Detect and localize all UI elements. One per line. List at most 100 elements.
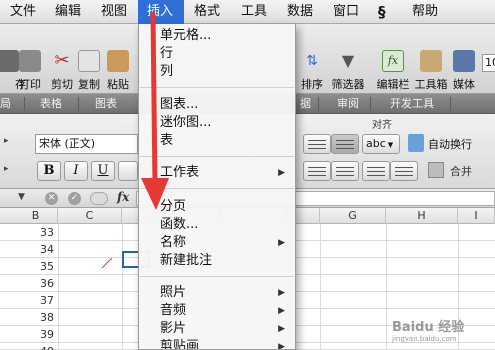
tab-data[interactable]: 据 [300, 94, 311, 114]
paste-button[interactable]: 粘贴 [100, 50, 136, 92]
menu-item-name[interactable]: 名称 ▶ [139, 234, 295, 252]
italic-button[interactable]: I [64, 161, 88, 181]
tab-developer[interactable]: 开发工具 [390, 94, 434, 114]
font-name-field[interactable]: 宋体 (正文) [35, 134, 138, 154]
zoom-field[interactable]: 10 [482, 54, 495, 72]
ribbon-tab-divider [450, 97, 451, 111]
menu-item-cells[interactable]: 单元格... [139, 27, 295, 45]
menu-tools[interactable]: 工具 [241, 0, 267, 24]
tab-charts[interactable]: 图表 [95, 94, 117, 114]
menu-insert[interactable]: 插入 [138, 0, 184, 24]
name-label: 名称 [160, 235, 187, 250]
align-bottom-center-button[interactable] [331, 161, 359, 181]
worksheet-label: 工作表 [160, 165, 200, 180]
sort-label: 排序 [301, 78, 323, 91]
formula-bar-toggle-button[interactable]: fx 编辑栏 [375, 50, 411, 92]
menu-item-audio[interactable]: 音频 ▶ [139, 302, 295, 320]
row-number[interactable]: 40 [0, 343, 58, 350]
audio-label: 音频 [160, 303, 187, 318]
menu-item-rows[interactable]: 行 [139, 45, 295, 63]
column-header-c[interactable]: C [58, 208, 122, 224]
menu-item-function[interactable]: 函数... [139, 216, 295, 234]
menu-item-new-comment[interactable]: 新建批注 [139, 252, 295, 270]
menu-item-clip-art[interactable]: 剪贴画 ▶ [139, 338, 295, 349]
tab-review[interactable]: 审阅 [337, 94, 359, 114]
chevron-down-icon: ▼ [387, 141, 394, 149]
merge-label[interactable]: 合并 [450, 163, 472, 179]
toolbox-icon [420, 50, 442, 72]
menu-item-sparkline[interactable]: 迷你图... [139, 114, 295, 132]
menu-item-table[interactable]: 表 [139, 132, 295, 150]
column-header-h[interactable]: H [386, 208, 458, 224]
menu-help[interactable]: 帮助 [412, 0, 438, 24]
row-number[interactable]: 37 [0, 292, 58, 309]
cancel-icon[interactable]: ✕ [45, 192, 58, 205]
decrease-indent-button[interactable] [362, 161, 390, 181]
increase-indent-button[interactable] [390, 161, 418, 181]
submenu-arrow-icon: ▶ [278, 168, 285, 178]
toolbox-button[interactable]: 工具箱 [413, 50, 449, 92]
row-number[interactable]: 38 [0, 309, 58, 326]
menu-item-worksheet[interactable]: 工作表 ▶ [139, 164, 295, 182]
name-box-dropdown-icon[interactable]: ▼ [18, 192, 25, 202]
formula-bar-label: 编辑栏 [376, 78, 410, 91]
paste-label: 粘贴 [107, 78, 129, 91]
row-number[interactable]: 36 [0, 275, 58, 292]
menu-view[interactable]: 视图 [101, 0, 127, 24]
filter-button[interactable]: ▼ 筛选器 [330, 50, 366, 92]
tab-partial-left[interactable]: 局 [0, 94, 11, 114]
text-orientation-button[interactable]: abc ▼ [362, 134, 400, 154]
bold-button[interactable]: B [37, 161, 61, 181]
watermark-text: Baidu 经验 [392, 320, 465, 335]
menu-format[interactable]: 格式 [194, 0, 220, 24]
filter-label: 筛选器 [331, 78, 365, 91]
row-number[interactable]: 39 [0, 326, 58, 343]
tab-tables[interactable]: 表格 [40, 94, 62, 114]
baidu-watermark-logo: Baidu 经验 jingyan.baidu.com [392, 316, 490, 343]
column-header-g[interactable]: G [320, 208, 386, 224]
wrap-text-icon[interactable] [408, 134, 424, 152]
print-button[interactable]: 打印 [12, 50, 48, 92]
ribbon-tab-divider [370, 97, 371, 111]
menu-item-columns[interactable]: 列 [139, 63, 295, 81]
wrap-text-label[interactable]: 自动换行 [428, 136, 472, 152]
column-header-b[interactable]: B [0, 208, 58, 224]
align-center-button[interactable] [331, 134, 359, 154]
collapse-arrow-icon[interactable]: ▸ [4, 136, 9, 146]
media-button[interactable]: 媒体 [446, 50, 482, 92]
row-number[interactable]: 33 [0, 224, 58, 241]
menu-data[interactable]: 数据 [287, 0, 313, 24]
toggle-icon[interactable] [90, 192, 108, 205]
align-bottom-left-button[interactable] [303, 161, 331, 181]
menu-edit[interactable]: 编辑 [55, 0, 81, 24]
menu-file[interactable]: 文件 [10, 0, 36, 24]
sort-button[interactable]: ⇅ 排序 [294, 50, 330, 92]
ribbon-tab-divider [78, 97, 79, 111]
menu-item-chart[interactable]: 图表... [139, 96, 295, 114]
menu-item-movie[interactable]: 影片 ▶ [139, 320, 295, 338]
align-group-label: 对齐 [372, 120, 392, 131]
collapse-arrow-icon[interactable]: ▸ [4, 164, 9, 174]
submenu-arrow-icon: ▶ [278, 288, 285, 298]
align-left-button[interactable] [303, 134, 331, 154]
toolbox-label: 工具箱 [414, 78, 448, 91]
column-header-i[interactable]: I [458, 208, 495, 224]
align-bottom-center-icon [336, 167, 354, 176]
confirm-icon[interactable]: ✓ [68, 192, 81, 205]
row-number[interactable]: 35 [0, 258, 58, 275]
print-icon [19, 50, 41, 72]
submenu-arrow-icon: ▶ [278, 238, 285, 248]
merge-cells-icon[interactable] [428, 162, 444, 178]
submenu-arrow-icon: ▶ [278, 342, 285, 349]
underline-button[interactable]: U [91, 161, 115, 181]
row-number[interactable]: 34 [0, 241, 58, 258]
menu-window[interactable]: 窗口 [333, 0, 359, 24]
fx-icon[interactable]: fx [117, 190, 129, 204]
menu-item-page-break[interactable]: 分页 [139, 198, 295, 216]
sort-icon: ⇅ [306, 53, 318, 69]
media-icon [453, 50, 475, 72]
border-button[interactable] [118, 161, 138, 181]
menu-item-photo[interactable]: 照片 ▶ [139, 284, 295, 302]
script-menu-icon[interactable]: § [378, 0, 386, 24]
menu-bar: 文件 编辑 视图 插入 格式 工具 数据 窗口 § 帮助 [0, 0, 495, 24]
